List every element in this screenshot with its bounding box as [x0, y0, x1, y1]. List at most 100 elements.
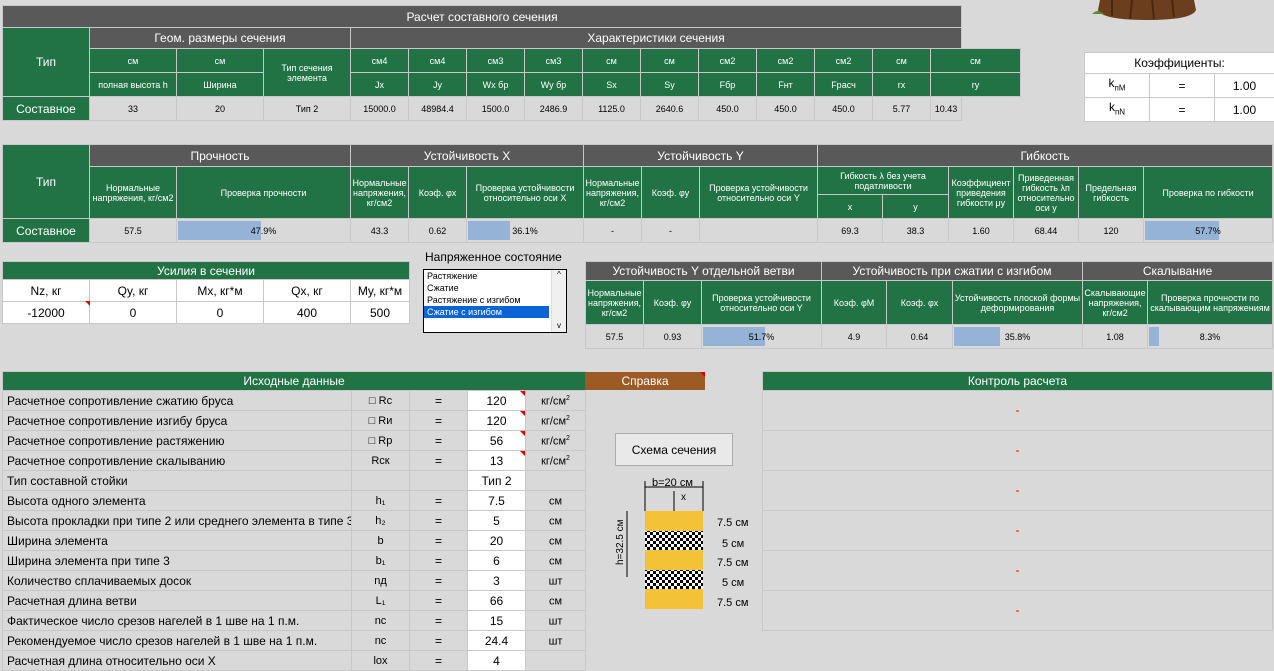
input-label: Расчетная длина ветви [3, 591, 352, 611]
scroll-down-icon[interactable]: v [552, 321, 566, 330]
composite-title: Расчет составного сечения [3, 6, 962, 28]
input-value-field[interactable]: 66 [468, 591, 526, 611]
help-button[interactable]: Справка [585, 372, 705, 390]
input-label: Высота одного элемента [3, 491, 352, 511]
input-value-field[interactable]: 120 [468, 391, 526, 411]
layer-board-2 [645, 550, 703, 570]
input-label: Количество сплачиваемых досок [3, 571, 352, 591]
scroll-up-icon[interactable]: ^ [552, 270, 566, 279]
width-label: b=20 см [652, 477, 693, 489]
coef-kn-value[interactable]: 1.00 [1215, 98, 1274, 122]
stress-option-compression-bending[interactable]: Сжатие с изгибом [424, 306, 549, 318]
input-value-field[interactable]: Тип 2 [468, 471, 526, 491]
input-symbol: h₁ [352, 491, 410, 511]
input-equals: = [410, 631, 468, 651]
input-value-field[interactable]: 13 [468, 451, 526, 471]
input-equals: = [410, 391, 468, 411]
input-unit: кг/см2 [526, 451, 586, 471]
input-value-field[interactable]: 5 [468, 511, 526, 531]
coef-title: Коэффициенты: [1085, 53, 1274, 74]
input-label: Ширина элемента [3, 531, 352, 551]
force-nz-input[interactable]: -12000 [3, 302, 90, 324]
input-unit: см [526, 591, 586, 611]
input-symbol: Rск [352, 451, 410, 471]
input-value-field[interactable]: 15 [468, 611, 526, 631]
input-unit: см [526, 551, 586, 571]
input-label: Фактическое число срезов нагелей в 1 шве… [3, 611, 352, 631]
input-row: Расчетное сопротивление растяжению□ Rр=5… [3, 431, 586, 451]
input-label: Расчетное сопротивление изгибу бруса [3, 411, 352, 431]
input-value-field[interactable]: 120 [468, 411, 526, 431]
input-equals: = [410, 511, 468, 531]
input-value-field[interactable]: 6 [468, 551, 526, 571]
progress-fill [1149, 327, 1159, 346]
section-type-header: Тип сечения элемента [264, 49, 351, 97]
branch-checks-table: Устойчивость Y отдельной ветви Устойчиво… [585, 261, 1273, 349]
plane-stability-bar: 35.8% [953, 325, 1083, 349]
layer-spacer-1 [645, 531, 703, 550]
stress-option-tension[interactable]: Растяжение [424, 270, 566, 282]
input-value-field[interactable]: 3 [468, 571, 526, 591]
input-equals: = [410, 611, 468, 631]
input-row: Ширина элемента при типе 3b₁=6см [3, 551, 586, 571]
svg-text:5 см: 5 см [722, 577, 744, 589]
svg-text:7.5 см: 7.5 см [717, 517, 748, 529]
force-qx-input[interactable]: 400 [264, 302, 351, 324]
input-symbol: b [352, 531, 410, 551]
svg-text:7.5 см: 7.5 см [717, 597, 748, 609]
input-label: Расчетное сопротивление растяжению [3, 431, 352, 451]
checks-table: Тип Прочность Устойчивость X Устойчивост… [2, 144, 1273, 243]
input-unit [526, 471, 586, 491]
listbox-scrollbar[interactable]: ^ v [551, 270, 566, 332]
input-unit: кг/см2 [526, 431, 586, 451]
input-equals: = [410, 571, 468, 591]
input-equals: = [410, 431, 468, 451]
stress-state-listbox[interactable]: Растяжение Сжатие Растяжение с изгибом С… [423, 269, 567, 333]
height-label: h=32.5 см [615, 519, 626, 565]
input-equals: = [410, 591, 468, 611]
input-symbol: □ Rр [352, 431, 410, 451]
input-label: Рекомендуемое число срезов нагелей в 1 ш… [3, 631, 352, 651]
input-row: Рекомендуемое число срезов нагелей в 1 ш… [3, 631, 586, 651]
control-title: Контроль расчета [763, 372, 1273, 391]
stress-state-title: Напряженное состояние [425, 250, 562, 264]
input-label: Ширина элемента при типе 3 [3, 551, 352, 571]
input-value-field[interactable]: 56 [468, 431, 526, 451]
geom-header: Геом. размеры сечения [90, 28, 351, 49]
input-row: Ширина элементаb=20см [3, 531, 586, 551]
svg-text:x: x [681, 492, 686, 503]
force-my-input[interactable]: 500 [351, 302, 410, 324]
forces-title: Усилия в сечении [3, 262, 410, 280]
force-mx-input[interactable]: 0 [177, 302, 264, 324]
strength-header: Прочность [90, 145, 351, 167]
input-row: Высота прокладки при типе 2 или среднего… [3, 511, 586, 531]
input-symbol: □ Rc [352, 391, 410, 411]
input-row: Расчетное сопротивление скалываниюRск=13… [3, 451, 586, 471]
stump-image [1092, 0, 1202, 20]
progress-fill [178, 221, 261, 240]
type-header: Тип [3, 28, 90, 97]
coef-km-value[interactable]: 1.00 [1215, 74, 1274, 98]
input-value-field[interactable]: 24.4 [468, 631, 526, 651]
input-value-field[interactable]: 7.5 [468, 491, 526, 511]
section-scheme-diagram: b=20 см x h=32.5 см 7.5 см 5 см 7.5 см 5… [605, 475, 775, 625]
progress-fill [954, 327, 1000, 346]
branch-y-title: Устойчивость Y отдельной ветви [586, 262, 822, 281]
input-label: Тип составной стойки [3, 471, 352, 491]
composite-row-label: Составное [3, 97, 90, 121]
input-row: Фактическое число срезов нагелей в 1 шве… [3, 611, 586, 631]
input-equals [410, 471, 468, 491]
input-symbol: L₁ [352, 591, 410, 611]
input-equals: = [410, 411, 468, 431]
compression-bending-title: Устойчивость при сжатии с изгибом [822, 262, 1083, 281]
input-data-table: Исходные данные Расчетное сопротивление … [2, 371, 586, 671]
scheme-button[interactable]: Схема сечения [615, 433, 733, 466]
layer-board-1 [645, 511, 703, 531]
input-equals: = [410, 531, 468, 551]
force-qy-input[interactable]: 0 [90, 302, 177, 324]
stress-option-tension-bending[interactable]: Растяжение с изгибом [424, 294, 566, 306]
input-row: Расчетное сопротивление сжатию бруса□ Rc… [3, 391, 586, 411]
input-row: Расчетная длина ветвиL₁=66см [3, 591, 586, 611]
stress-option-compression[interactable]: Сжатие [424, 282, 566, 294]
input-value-field[interactable]: 20 [468, 531, 526, 551]
